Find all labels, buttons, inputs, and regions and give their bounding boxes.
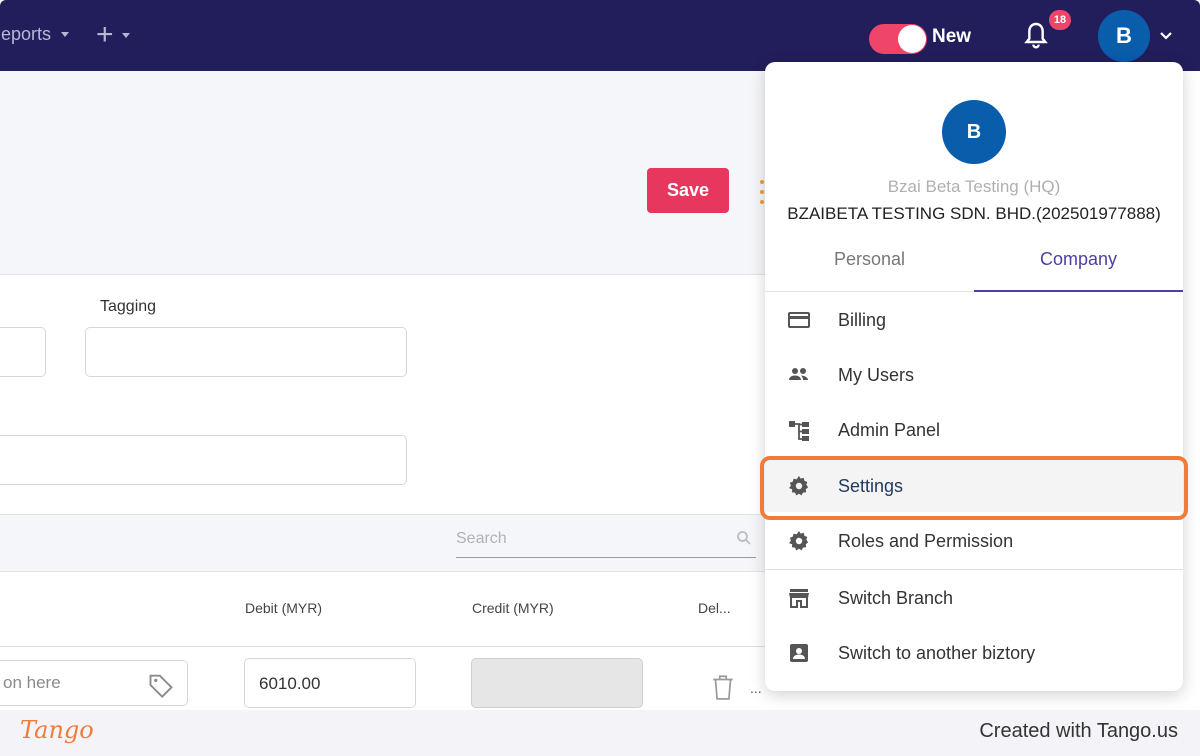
credit-card-icon bbox=[788, 312, 810, 328]
menu-item-my-users[interactable]: My Users bbox=[765, 349, 1183, 401]
company-name: BZAIBETA TESTING SDN. BHD.(202501977888) bbox=[787, 204, 1161, 223]
menu-item-label: Switch to another biztory bbox=[838, 643, 1036, 663]
hierarchy-icon bbox=[789, 421, 809, 441]
description-placeholder: on here bbox=[3, 673, 61, 692]
search-input[interactable]: Search bbox=[456, 520, 756, 558]
chevron-down-icon bbox=[61, 32, 70, 37]
users-icon bbox=[789, 368, 808, 380]
reports-menu[interactable]: Reports bbox=[0, 24, 70, 45]
column-header-debit: Debit (MYR) bbox=[245, 600, 323, 616]
settings-highlight bbox=[760, 456, 1188, 520]
chevron-down-icon bbox=[121, 32, 130, 38]
menu-item-admin-panel[interactable]: Admin Panel bbox=[765, 404, 1183, 456]
debit-input[interactable]: 6010.00 bbox=[244, 658, 416, 708]
menu-item-billing[interactable]: Billing bbox=[765, 294, 1183, 346]
row-more[interactable]: ... bbox=[750, 680, 762, 696]
search-icon bbox=[737, 531, 751, 545]
account-dropdown: B Bzai Beta Testing (HQ) BZAIBETA TESTIN… bbox=[765, 62, 1183, 691]
row-divider bbox=[0, 646, 790, 647]
bell-icon[interactable] bbox=[1020, 20, 1052, 52]
save-button[interactable]: Save bbox=[647, 168, 729, 213]
debit-value: 6010.00 bbox=[259, 674, 321, 693]
menu-item-label: Roles and Permission bbox=[838, 531, 1014, 551]
tab-personal[interactable]: Personal bbox=[765, 238, 974, 292]
new-ui-toggle[interactable] bbox=[869, 24, 927, 54]
tagging-label: Tagging bbox=[100, 298, 157, 315]
menu-divider bbox=[765, 569, 1183, 570]
menu-item-roles[interactable]: Roles and Permission bbox=[765, 515, 1183, 567]
trash-icon[interactable] bbox=[710, 673, 736, 701]
menu-item-label: My Users bbox=[838, 365, 914, 385]
reports-label: Reports bbox=[0, 24, 52, 44]
store-icon bbox=[789, 589, 809, 608]
tagging-field[interactable] bbox=[85, 327, 407, 377]
user-avatar[interactable]: B bbox=[1098, 10, 1150, 62]
menu-item-label: Switch Branch bbox=[838, 588, 954, 608]
menu-item-label: Admin Panel bbox=[838, 420, 941, 440]
footer-credit: Created with Tango.us bbox=[979, 720, 1178, 742]
tag-icon[interactable] bbox=[147, 671, 175, 699]
credit-input[interactable] bbox=[471, 658, 643, 708]
branch-name: Bzai Beta Testing (HQ) bbox=[887, 177, 1061, 196]
toggle-knob bbox=[898, 25, 926, 53]
menu-item-label: Billing bbox=[838, 310, 887, 330]
column-header-credit: Credit (MYR) bbox=[472, 600, 554, 616]
add-menu[interactable]: + bbox=[96, 20, 130, 50]
account-box-icon bbox=[790, 644, 808, 662]
toggle-label: New bbox=[932, 26, 972, 47]
search-placeholder: Search bbox=[456, 530, 507, 547]
column-header-delete: Del... bbox=[698, 600, 731, 616]
menu-item-switch-branch[interactable]: Switch Branch bbox=[765, 572, 1183, 624]
description-input[interactable]: on here bbox=[0, 660, 188, 706]
tango-logo: Tango bbox=[20, 716, 94, 744]
text-field[interactable] bbox=[0, 327, 46, 377]
menu-item-switch-biztory[interactable]: Switch to another biztory bbox=[765, 627, 1183, 679]
dropdown-tabs: Personal Company bbox=[765, 238, 1183, 292]
text-field[interactable] bbox=[0, 435, 407, 485]
tab-company[interactable]: Company bbox=[974, 238, 1183, 292]
dropdown-avatar: B bbox=[942, 100, 1006, 164]
plus-icon: + bbox=[96, 18, 114, 51]
chevron-down-icon[interactable] bbox=[1158, 28, 1174, 44]
gear-icon bbox=[789, 531, 809, 551]
top-navbar: Reports + New 18 B bbox=[0, 0, 1200, 71]
footer: Tango Created with Tango.us bbox=[0, 710, 1200, 756]
notification-badge: 18 bbox=[1049, 10, 1071, 30]
